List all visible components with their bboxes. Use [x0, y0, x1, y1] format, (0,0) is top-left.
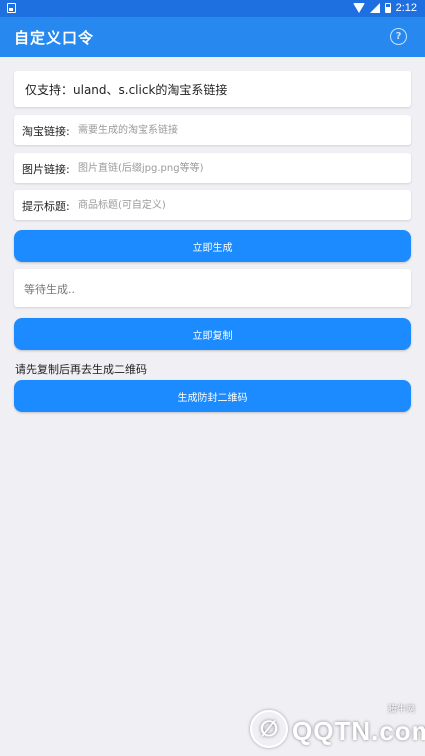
watermark-site-name: 腾牛网 [387, 705, 415, 715]
generate-qr-button[interactable]: 生成防封二维码 [14, 380, 411, 412]
signal-icon [369, 3, 380, 13]
image-link-row: 图片链接: [14, 153, 411, 183]
taobao-link-label: 淘宝链接: [22, 125, 70, 138]
taobao-link-input[interactable] [78, 115, 398, 145]
output-box[interactable]: 等待生成.. [14, 269, 411, 307]
copy-hint: 请先复制后再去生成二维码 [15, 363, 147, 376]
taobao-link-row: 淘宝链接: [14, 115, 411, 145]
support-notice-text: 仅支持：uland、s.click的淘宝系链接 [25, 83, 228, 97]
page-title: 自定义口令 [14, 29, 95, 47]
app-bar: 自定义口令 ? [0, 17, 425, 57]
notification-icon [7, 3, 16, 13]
image-link-input[interactable] [78, 153, 398, 183]
title-input[interactable] [78, 190, 398, 220]
image-link-label: 图片链接: [22, 163, 70, 176]
support-notice: 仅支持：uland、s.click的淘宝系链接 [14, 71, 411, 107]
title-label: 提示标题: [22, 200, 70, 213]
generate-button[interactable]: 立即生成 [14, 230, 411, 262]
copy-button[interactable]: 立即复制 [14, 318, 411, 350]
battery-icon [384, 3, 391, 13]
status-icons: 2:12 [352, 2, 417, 14]
watermark-logo-icon: ∅ [250, 710, 288, 748]
title-row: 提示标题: [14, 190, 411, 220]
wifi-icon [352, 3, 365, 13]
status-time: 2:12 [395, 2, 417, 14]
watermark: 腾牛网 ∅ QQTN.com [250, 702, 425, 752]
status-bar: 2:12 [0, 0, 425, 17]
help-circle-icon[interactable]: ? [390, 28, 407, 45]
output-text: 等待生成.. [24, 283, 75, 296]
watermark-brand: QQTN.com [292, 716, 425, 746]
